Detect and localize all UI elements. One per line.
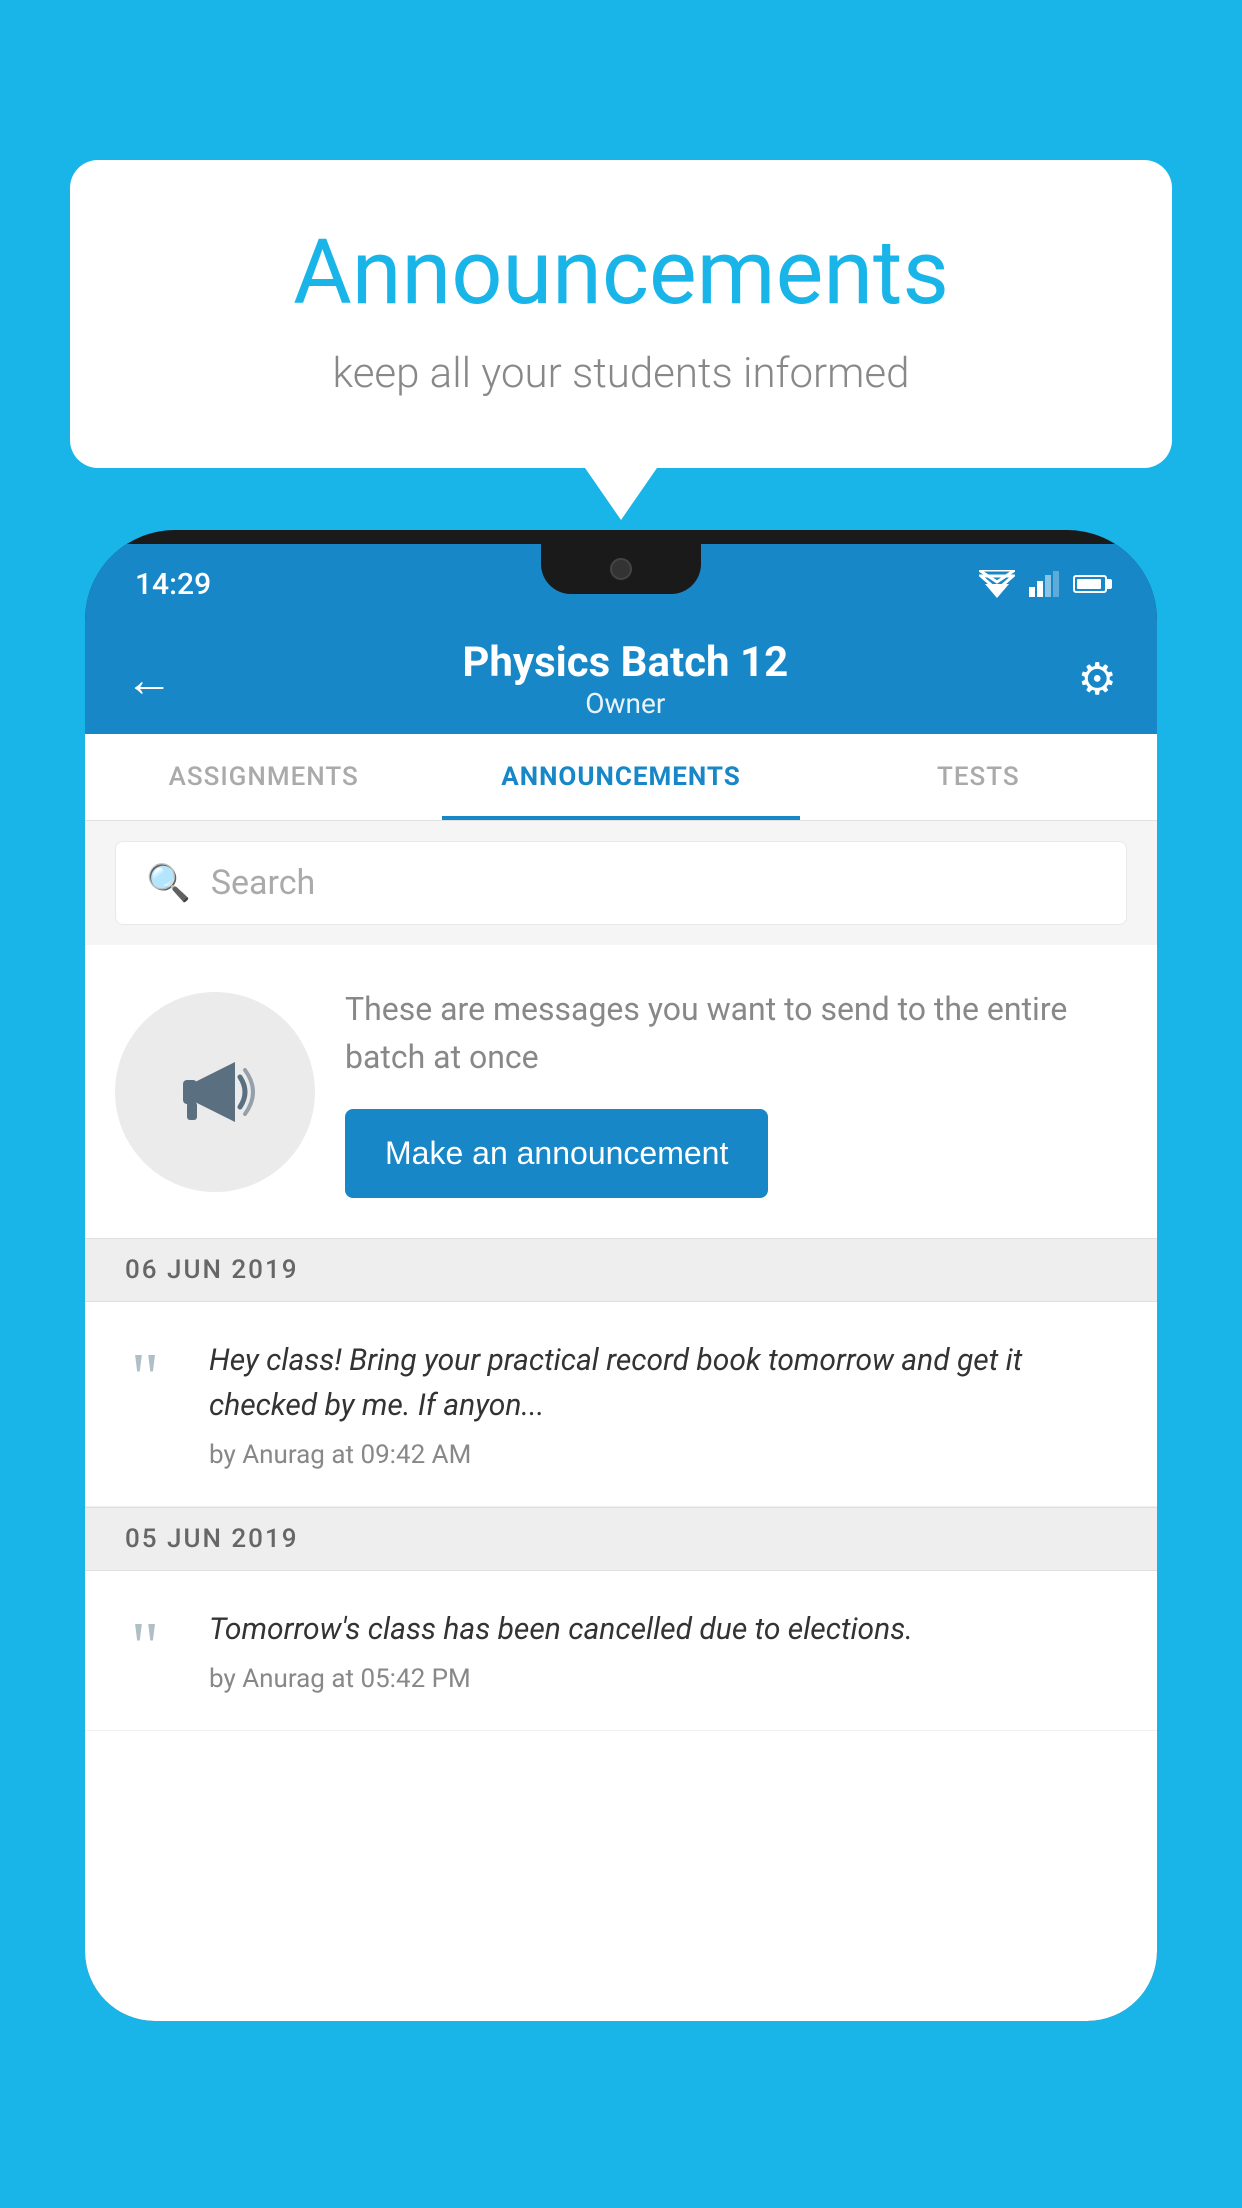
app-bar: ← Physics Batch 12 Owner ⚙ xyxy=(85,624,1157,734)
wifi-icon xyxy=(979,570,1015,598)
bubble-title: Announcements xyxy=(150,220,1092,325)
announcement-content-2: Tomorrow's class has been cancelled due … xyxy=(209,1607,1127,1694)
status-time: 14:29 xyxy=(135,567,211,602)
announcement-author-1: by Anurag at 09:42 AM xyxy=(209,1440,1127,1470)
back-button[interactable]: ← xyxy=(125,651,173,708)
front-camera xyxy=(610,558,632,580)
date-separator-1: 06 JUN 2019 xyxy=(85,1238,1157,1302)
promo-area: These are messages you want to send to t… xyxy=(85,945,1157,1238)
tabs-bar: ASSIGNMENTS ANNOUNCEMENTS TESTS xyxy=(85,734,1157,821)
promo-description: These are messages you want to send to t… xyxy=(345,985,1127,1081)
make-announcement-button[interactable]: Make an announcement xyxy=(345,1109,768,1198)
status-bar: 14:29 xyxy=(85,544,1157,624)
user-role: Owner xyxy=(173,687,1078,720)
quote-icon-container-2: " xyxy=(105,1607,185,1683)
announcement-content-1: Hey class! Bring your practical record b… xyxy=(209,1338,1127,1470)
quote-icon-2: " xyxy=(131,1613,160,1683)
settings-icon[interactable]: ⚙ xyxy=(1078,653,1117,705)
content-area: 🔍 Search xyxy=(85,821,1157,2021)
app-bar-title-area: Physics Batch 12 Owner xyxy=(173,638,1078,720)
announcement-item-2[interactable]: " Tomorrow's class has been cancelled du… xyxy=(85,1571,1157,1731)
tab-assignments[interactable]: ASSIGNMENTS xyxy=(85,734,442,820)
bubble-subtitle: keep all your students informed xyxy=(150,349,1092,398)
search-input[interactable]: Search xyxy=(211,863,315,903)
tab-tests[interactable]: TESTS xyxy=(800,734,1157,820)
announcement-author-2: by Anurag at 05:42 PM xyxy=(209,1664,1127,1694)
search-icon: 🔍 xyxy=(146,862,191,904)
speech-bubble-section: Announcements keep all your students inf… xyxy=(70,160,1172,468)
date-separator-2: 05 JUN 2019 xyxy=(85,1507,1157,1571)
search-bar[interactable]: 🔍 Search xyxy=(115,841,1127,925)
promo-icon-circle xyxy=(115,992,315,1192)
announcement-text-2: Tomorrow's class has been cancelled due … xyxy=(209,1607,1127,1652)
speech-bubble: Announcements keep all your students inf… xyxy=(70,160,1172,468)
status-icons xyxy=(979,570,1107,598)
signal-icon xyxy=(1029,571,1059,597)
megaphone-icon xyxy=(165,1042,265,1142)
phone-container: 14:29 ← xyxy=(85,530,1157,2208)
quote-icon: " xyxy=(131,1344,160,1414)
battery-icon xyxy=(1073,575,1107,593)
announcement-item-1[interactable]: " Hey class! Bring your practical record… xyxy=(85,1302,1157,1507)
quote-icon-container: " xyxy=(105,1338,185,1414)
search-container: 🔍 Search xyxy=(85,821,1157,945)
phone-frame: 14:29 ← xyxy=(85,530,1157,2021)
tab-announcements[interactable]: ANNOUNCEMENTS xyxy=(442,734,799,820)
batch-title: Physics Batch 12 xyxy=(173,638,1078,687)
promo-right: These are messages you want to send to t… xyxy=(345,985,1127,1198)
notch xyxy=(541,544,701,594)
announcement-text-1: Hey class! Bring your practical record b… xyxy=(209,1338,1127,1428)
